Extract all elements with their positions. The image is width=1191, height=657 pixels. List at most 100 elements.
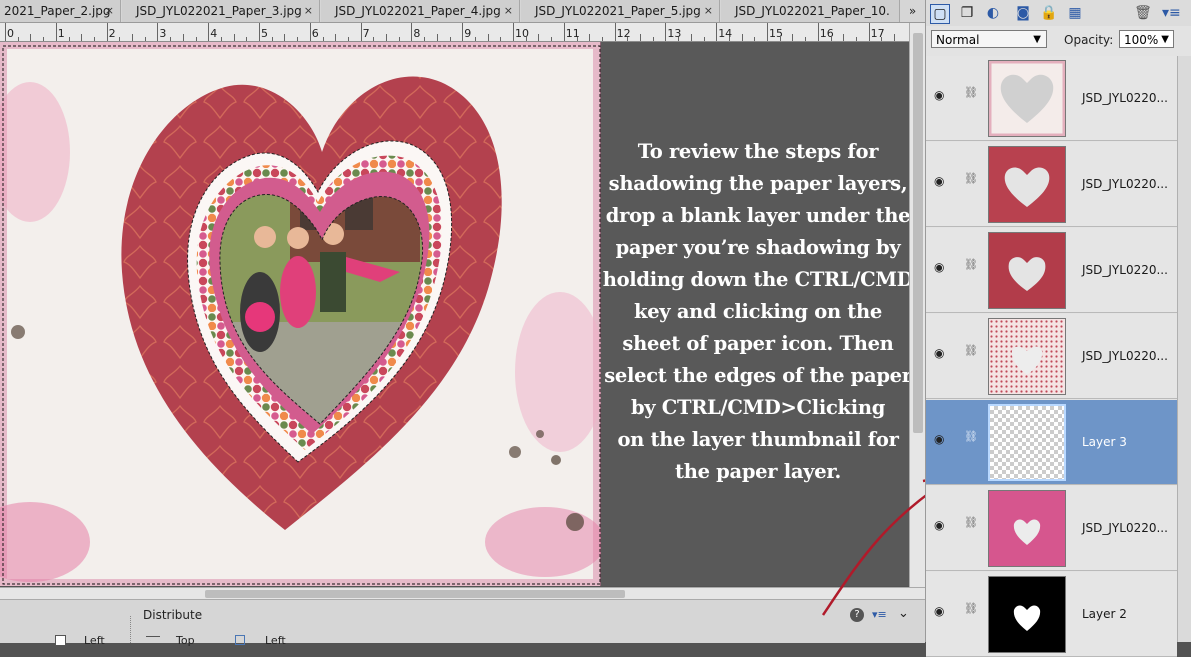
layer-row[interactable]: ◉ ⛓ JSD_JYL0220...	[926, 142, 1177, 227]
ruler-number: 7	[362, 27, 370, 40]
ruler-tick	[132, 34, 133, 41]
close-icon[interactable]: ×	[704, 0, 713, 22]
tab-overflow-button[interactable]: »	[900, 0, 925, 22]
layer-name[interactable]: JSD_JYL0220...	[1082, 349, 1168, 363]
ruler-tick	[754, 37, 756, 41]
close-icon[interactable]: ×	[504, 0, 513, 22]
layers-scrollbar[interactable]	[1177, 56, 1191, 642]
ruler-tick	[284, 34, 286, 41]
eye-icon[interactable]: ◉	[934, 89, 948, 101]
link-icon[interactable]: ⛓	[964, 516, 978, 529]
scroll-thumb[interactable]	[205, 590, 625, 598]
eye-icon[interactable]: ◉	[934, 175, 948, 187]
new-group-icon[interactable]: ❐	[958, 4, 976, 22]
tab-paper-4[interactable]: JSD_JYL022021_Paper_4.jpg ×	[321, 0, 520, 22]
link-icon[interactable]: ⛓	[964, 86, 978, 99]
layer-row[interactable]: ◉ ⛓ JSD_JYL0220...	[926, 228, 1177, 313]
layer-row[interactable]: ◉ ⛓ JSD_JYL0220...	[926, 486, 1177, 571]
tab-paper-2[interactable]: 2021_Paper_2.jpg ×	[0, 0, 121, 22]
opacity-field[interactable]: 100% ▼	[1119, 30, 1174, 48]
ruler-tick	[805, 37, 807, 41]
ruler-tick	[449, 37, 451, 41]
ruler-tick	[17, 37, 19, 41]
layer-row[interactable]: ◉ ⛓ Layer 2	[926, 572, 1177, 657]
lock-transparent-icon[interactable]: ▦	[1066, 4, 1084, 22]
ruler-tick	[55, 23, 57, 41]
ruler-tick	[652, 37, 654, 41]
ruler-tick	[525, 37, 527, 41]
layer-thumbnail[interactable]	[988, 576, 1066, 653]
close-icon[interactable]: ×	[304, 0, 313, 22]
link-icon[interactable]: ⛓	[964, 430, 978, 443]
eye-icon[interactable]: ◉	[934, 433, 948, 445]
panel-menu-icon[interactable]: ▾≡	[1162, 4, 1181, 22]
eye-icon[interactable]: ◉	[934, 605, 948, 617]
distribute-left-icon[interactable]	[235, 635, 245, 645]
blend-mode-select[interactable]: Normal ▼	[931, 30, 1047, 48]
eye-icon[interactable]: ◉	[934, 347, 948, 359]
lock-icon[interactable]: 🔒	[1040, 4, 1058, 22]
layer-name[interactable]: Layer 2	[1082, 607, 1127, 621]
ruler-tick	[690, 34, 692, 41]
ruler-tick	[297, 37, 299, 41]
tab-paper-5[interactable]: JSD_JYL022021_Paper_5.jpg ×	[521, 0, 720, 22]
instruction-text: To review the steps for shadowing the pa…	[602, 136, 914, 488]
layer-name[interactable]: Layer 3	[1082, 435, 1127, 449]
ruler-tick	[271, 37, 273, 41]
layer-thumbnail[interactable]	[988, 318, 1066, 395]
layer-thumbnail[interactable]	[988, 232, 1066, 309]
ruler-tick	[195, 37, 197, 41]
ruler-tick	[716, 23, 718, 41]
ruler-tick	[436, 34, 438, 41]
layer-row[interactable]: ◉ ⛓ JSD_JYL0220...	[926, 56, 1177, 141]
ruler-tick	[322, 37, 324, 41]
trash-icon[interactable]: 🗑	[1134, 4, 1152, 22]
layer-thumbnail[interactable]	[988, 146, 1066, 223]
link-icon[interactable]: ⛓	[964, 258, 978, 271]
instruction-line: drop a blank layer under the	[605, 204, 911, 227]
link-icon[interactable]: ⛓	[964, 602, 978, 615]
layer-row[interactable]: ◉ ⛓ JSD_JYL0220...	[926, 314, 1177, 399]
ruler-tick	[335, 34, 337, 41]
link-icon[interactable]: ⛓	[964, 344, 978, 357]
close-icon[interactable]: ×	[105, 0, 114, 22]
tool-options-bar: Distribute Left Top Left ? ▾≡ ⌄	[0, 599, 925, 647]
ruler-tick	[119, 37, 121, 41]
new-layer-icon[interactable]: ▢	[930, 4, 950, 24]
ruler-number: 14	[718, 27, 733, 40]
adjustment-layer-icon[interactable]: ◐	[984, 4, 1002, 22]
horizontal-ruler: 0 1 2 3 4 5 6 7 8 9 10 11 12 13 14 15 16 17	[0, 23, 909, 42]
layer-thumbnail[interactable]	[986, 58, 1068, 139]
layer-name[interactable]: JSD_JYL0220...	[1082, 177, 1168, 191]
ruler-tick	[259, 23, 260, 41]
ruler-tick	[792, 34, 794, 41]
layers-panel: ▢ ❐ ◐ ◙ 🔒 ▦ 🗑 ▾≡ Normal ▼ Opacity: 100% …	[925, 0, 1191, 657]
link-icon[interactable]: ⛓	[964, 172, 978, 185]
opacity-value: 100%	[1124, 33, 1159, 47]
tab-paper-10[interactable]: JSD_JYL022021_Paper_10.	[721, 0, 900, 22]
instruction-line: select the edges of the paper	[604, 364, 912, 387]
eye-icon[interactable]: ◉	[934, 261, 948, 273]
ruler-tick	[81, 34, 83, 41]
ruler-number: 10	[515, 27, 529, 40]
layer-name[interactable]: JSD_JYL0220...	[1082, 263, 1168, 277]
ruler-tick	[678, 37, 680, 41]
ruler-number: 0	[7, 27, 14, 40]
instruction-line: paper you’re shadowing by	[615, 236, 901, 259]
scroll-thumb[interactable]	[913, 33, 923, 433]
instruction-line: To review the steps for	[637, 140, 879, 163]
tab-paper-3[interactable]: JSD_JYL022021_Paper_3.jpg ×	[122, 0, 320, 22]
layer-row-selected[interactable]: ◉ ⛓ Layer 3	[926, 400, 1177, 485]
ruler-tick	[640, 34, 641, 41]
layer-thumbnail[interactable]	[988, 490, 1066, 567]
instruction-line: shadowing the paper layers,	[608, 172, 908, 195]
layer-name[interactable]: JSD_JYL0220...	[1082, 91, 1168, 105]
align-left-icon[interactable]	[55, 635, 66, 646]
eye-icon[interactable]: ◉	[934, 519, 948, 531]
layer-name[interactable]: JSD_JYL0220...	[1082, 521, 1168, 535]
layer-mask-icon[interactable]: ◙	[1014, 4, 1032, 22]
ruler-tick	[30, 34, 32, 41]
layer-thumbnail[interactable]	[988, 404, 1066, 481]
ruler-tick	[424, 37, 426, 41]
layers-toolbar: ▢ ❐ ◐ ◙ 🔒 ▦ 🗑 ▾≡	[926, 0, 1191, 26]
